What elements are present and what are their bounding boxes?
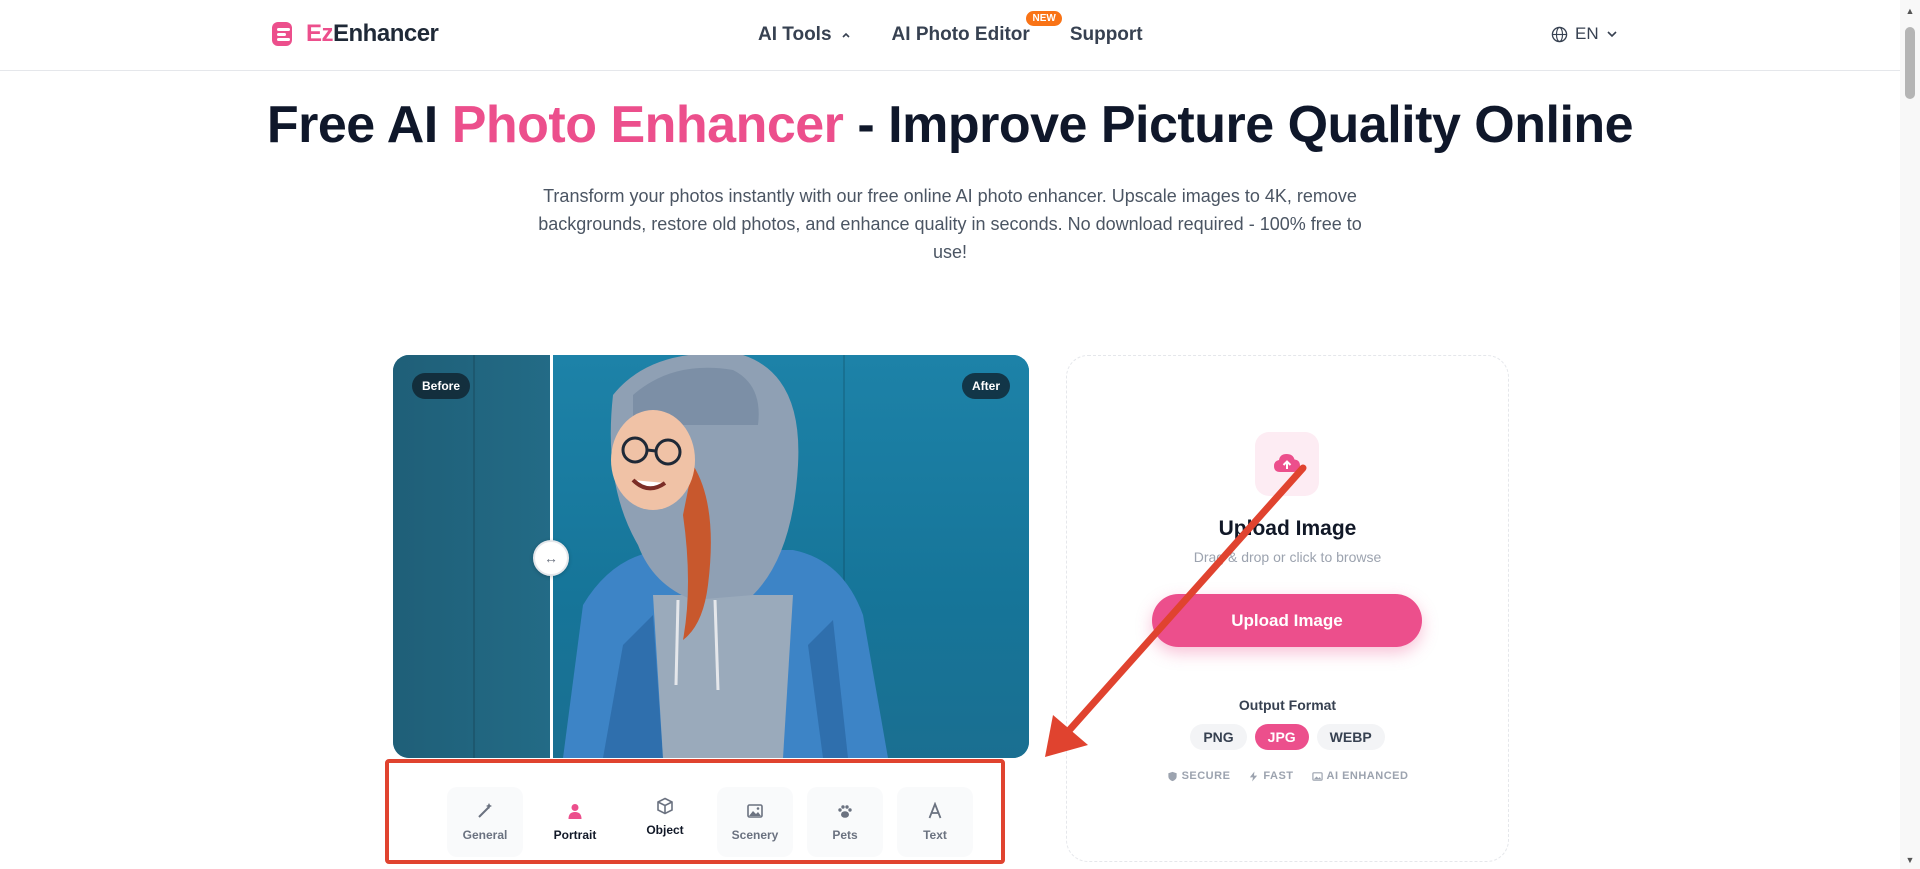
main-nav: AI Tools AI Photo Editor NEW Support (758, 11, 1183, 46)
letter-a-icon (928, 802, 942, 819)
top-navbar: EzEnhancer AI Tools AI Photo Editor NEW … (0, 0, 1900, 71)
image-icon (747, 804, 763, 818)
nav-support-label: Support (1069, 24, 1143, 45)
logo-mark-icon (272, 22, 292, 46)
tab-text[interactable]: Text (897, 787, 973, 857)
after-label: After (961, 373, 1010, 399)
page-scrollbar[interactable]: ▲ ▼ (1900, 0, 1920, 869)
brand-logo[interactable]: EzEnhancer (270, 20, 439, 48)
scroll-up-icon[interactable]: ▲ (1905, 6, 1915, 16)
tab-general-label: General (462, 828, 508, 842)
feature-secure-label: SECURE (1181, 770, 1231, 782)
magic-wand-icon (478, 803, 492, 818)
tab-portrait-label: Portrait (553, 828, 597, 842)
format-png-option[interactable]: PNG (1190, 724, 1247, 750)
page-title: Free AI Photo Enhancer - Improve Picture… (266, 96, 1634, 154)
feature-ai-enhanced-label: AI ENHANCED (1326, 770, 1409, 782)
person-icon (568, 804, 582, 819)
scroll-down-icon[interactable]: ▼ (1905, 855, 1915, 865)
chevron-down-icon (1607, 31, 1617, 38)
before-after-comparison[interactable]: ↔ Before After (393, 355, 1029, 758)
format-webp-option[interactable]: WEBP (1316, 724, 1385, 750)
feature-secure: SECURE (1167, 770, 1231, 782)
door-seam (473, 355, 475, 758)
lightning-icon (1250, 770, 1258, 782)
brand-name: EzEnhancer (306, 20, 439, 47)
nav-ai-tools[interactable]: AI Tools (758, 24, 852, 46)
image-icon (1311, 771, 1323, 781)
tab-pets-label: Pets (832, 828, 858, 842)
nav-ai-photo-editor-label: AI Photo Editor (891, 24, 1030, 45)
nav-ai-photo-editor[interactable]: AI Photo Editor NEW (891, 11, 1062, 46)
before-background (393, 355, 551, 758)
cloud-upload-icon (1274, 454, 1300, 472)
nav-ai-tools-label: AI Tools (758, 24, 832, 45)
tab-scenery[interactable]: Scenery (717, 787, 793, 857)
before-label: Before (412, 373, 471, 399)
shield-icon (1167, 771, 1177, 781)
scrollbar-thumb[interactable] (1905, 27, 1915, 99)
nav-support[interactable]: Support (1070, 24, 1143, 46)
feature-fast: FAST (1248, 770, 1293, 782)
upload-hint: Drag & drop or click to browse (1193, 549, 1382, 565)
tab-pets[interactable]: Pets (807, 787, 883, 857)
feature-badges: SECURE FAST AI ENHANCED (1067, 770, 1508, 782)
page-subtitle: Transform your photos instantly with our… (538, 186, 1362, 262)
portrait-photo (563, 355, 888, 758)
tab-object[interactable]: Object (627, 787, 703, 857)
upload-image-button[interactable]: Upload Image (1152, 594, 1422, 647)
output-format-label: Output Format (1238, 697, 1337, 713)
tab-text-label: Text (923, 828, 947, 842)
paw-icon (838, 805, 852, 818)
enhance-category-tabs: General Portrait Object Scenery Pets Tex… (447, 787, 973, 857)
upload-title: Upload Image (1218, 517, 1357, 540)
comparison-slider-handle[interactable]: ↔ (533, 540, 569, 576)
upload-icon-container (1255, 432, 1319, 496)
globe-icon (1551, 26, 1568, 42)
format-jpg-option[interactable]: JPG (1254, 724, 1309, 750)
feature-fast-label: FAST (1263, 770, 1294, 782)
tab-portrait[interactable]: Portrait (537, 787, 613, 857)
tab-scenery-label: Scenery (731, 828, 779, 842)
feature-ai-enhanced: AI ENHANCED (1311, 770, 1409, 782)
language-label: EN (1575, 24, 1599, 43)
tab-general[interactable]: General (447, 787, 523, 857)
tab-object-label: Object (646, 823, 684, 837)
cube-icon (657, 797, 673, 815)
language-selector[interactable]: EN (1551, 24, 1618, 44)
upload-panel[interactable]: Upload Image Drag & drop or click to bro… (1066, 355, 1509, 862)
chevron-up-icon (841, 32, 850, 38)
new-badge: NEW (1026, 11, 1062, 26)
output-format-options: PNG JPG WEBP (1067, 724, 1508, 750)
resize-horizontal-icon: ↔ (544, 550, 558, 566)
